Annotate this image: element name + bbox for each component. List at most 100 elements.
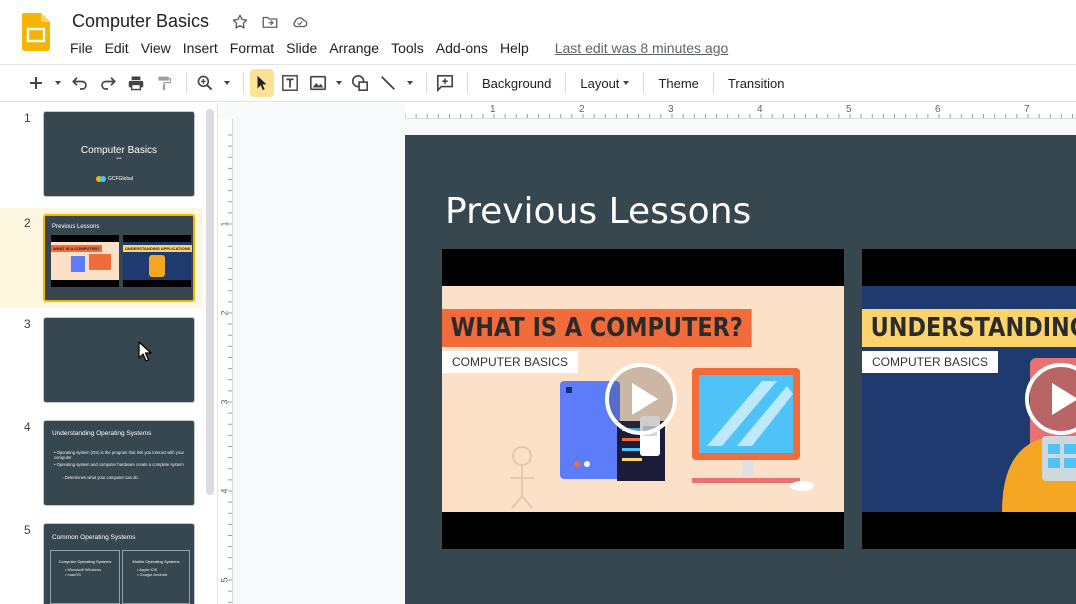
current-slide[interactable]: Previous Lessons WHAT IS A COMPUTER? COM… [405, 135, 1076, 604]
thumb-bullet-text: Determines what your computer can do [64, 475, 138, 480]
new-slide-button[interactable] [24, 69, 48, 97]
ruler-mark: 1 [490, 104, 496, 115]
video-frame: WHAT IS A COMPUTER? COMPUTER BASICS [442, 286, 844, 512]
filmstrip-slide-1[interactable]: 1 Computer Basics ••• GCFGlobal [0, 103, 202, 201]
print-icon[interactable] [124, 69, 148, 97]
filmstrip-slide-5[interactable]: 5 Common Operating Systems Computer Oper… [0, 515, 202, 604]
menu-view[interactable]: View [135, 38, 177, 58]
thumb-video-2-banner: UNDERSTANDING APPLICATIONS [123, 245, 193, 252]
menu-file[interactable]: File [64, 38, 99, 58]
thumb-title: Understanding Operating Systems [52, 430, 152, 437]
document-title[interactable]: Computer Basics [72, 11, 209, 32]
star-icon[interactable] [228, 12, 252, 32]
thumb-bullet-text: Operating system and computer hardware c… [56, 462, 184, 467]
filmstrip-slide-3[interactable]: 3 [0, 309, 202, 407]
thumb-sub-bullet: ◦ Determines what your computer can do [62, 475, 138, 480]
slide-number: 3 [24, 317, 31, 331]
slide-thumbnail[interactable] [43, 317, 195, 403]
thumb-title: Common Operating Systems [52, 534, 136, 541]
undo-icon[interactable] [68, 69, 92, 97]
play-button-icon[interactable] [605, 363, 677, 435]
toolbar-divider [426, 72, 427, 94]
ruler-mark: 3 [668, 104, 674, 115]
menu-edit[interactable]: Edit [99, 38, 135, 58]
thumb-column-header: Computer Operating Systems [58, 559, 112, 564]
slide-thumbnail[interactable]: Common Operating Systems Computer Operat… [43, 523, 195, 604]
menu-add-ons[interactable]: Add-ons [430, 38, 494, 58]
move-to-folder-icon[interactable] [258, 12, 282, 32]
horizontal-ruler[interactable]: 1 2 3 4 5 6 7 [405, 103, 1076, 119]
thumb-bullet: • Operating system (OS) is the program t… [54, 450, 184, 460]
filmstrip-slide-2[interactable]: 2 Previous Lessons WHAT IS A COMPUTER? U… [0, 208, 202, 308]
add-comment-icon[interactable] [433, 69, 457, 97]
cloud-status-icon[interactable] [288, 12, 312, 32]
menu-insert[interactable]: Insert [177, 38, 224, 58]
last-edit-link[interactable]: Last edit was 8 minutes ago [551, 38, 733, 58]
image-dropdown-icon[interactable] [334, 69, 344, 97]
slide-filmstrip: 1 Computer Basics ••• GCFGlobal 2 Previo… [0, 103, 218, 604]
theme-button[interactable]: Theme [650, 69, 706, 97]
ruler-mark: 2 [219, 310, 230, 316]
ruler-mark: 6 [935, 104, 941, 115]
app-header: Computer Basics File Edit View Insert Fo… [0, 0, 1076, 64]
thumb-bullet-text: Operating system (OS) is the program tha… [54, 450, 184, 460]
ruler-mark: 1 [219, 221, 230, 227]
menu-help[interactable]: Help [494, 38, 535, 58]
video-what-is-a-computer[interactable]: WHAT IS A COMPUTER? COMPUTER BASICS [442, 249, 844, 549]
slide-number: 2 [24, 216, 31, 230]
gcf-logo: GCFGlobal [96, 175, 133, 183]
layout-dropdown-icon [623, 81, 630, 85]
ruler-mark: 2 [579, 104, 585, 115]
paint-format-icon[interactable] [152, 69, 176, 97]
shape-icon[interactable] [348, 69, 372, 97]
redo-icon[interactable] [96, 69, 120, 97]
thumb-subtitle: ••• [116, 156, 122, 162]
slides-logo-icon[interactable] [22, 13, 50, 51]
background-button[interactable]: Background [474, 69, 559, 97]
video-understanding-applications[interactable]: UNDERSTANDING A COMPUTER BASICS [862, 249, 1076, 549]
insert-image-icon[interactable] [306, 69, 330, 97]
mouse-cursor-icon [138, 341, 152, 362]
slide-number: 4 [24, 420, 31, 434]
ruler-mark: 7 [1024, 104, 1030, 115]
text-box-icon[interactable] [278, 69, 302, 97]
filmstrip-slide-4[interactable]: 4 Understanding Operating Systems • Oper… [0, 412, 202, 510]
play-button-icon[interactable] [1025, 363, 1076, 435]
zoom-dropdown-icon[interactable] [221, 69, 233, 97]
ruler-mark: 3 [219, 399, 230, 405]
gcf-logo-text: GCFGlobal [108, 176, 134, 182]
menu-tools[interactable]: Tools [385, 38, 430, 58]
menu-slide[interactable]: Slide [280, 38, 323, 58]
line-dropdown-icon[interactable] [404, 69, 416, 97]
line-icon[interactable] [376, 69, 400, 97]
slide-title[interactable]: Previous Lessons [445, 191, 751, 232]
filmstrip-scrollbar[interactable] [206, 109, 214, 495]
thumb-title: Computer Basics [80, 145, 158, 156]
slide-number: 5 [24, 523, 31, 537]
toolbar-divider [643, 72, 645, 94]
select-tool-icon[interactable] [250, 69, 274, 97]
toolbar-divider [565, 72, 567, 94]
video-frame: UNDERSTANDING A COMPUTER BASICS [862, 286, 1076, 512]
toolbar-divider [712, 72, 714, 94]
ruler-mark: 5 [219, 577, 230, 583]
menu-arrange[interactable]: Arrange [323, 38, 385, 58]
thumb-column-1: Computer Operating Systems • Microsoft W… [50, 550, 120, 604]
ruler-mark: 4 [757, 104, 763, 115]
toolbar-divider [243, 72, 244, 94]
slide-number: 1 [24, 111, 31, 125]
ruler-mark: 4 [219, 488, 230, 494]
menu-bar: File Edit View Insert Format Slide Arran… [64, 38, 732, 58]
slide-thumbnail[interactable]: Understanding Operating Systems • Operat… [43, 420, 195, 506]
thumb-column-2: Mobile Operating Systems • Apple iOS • G… [122, 550, 190, 604]
vertical-ruler[interactable]: 1 2 3 4 5 [219, 119, 233, 604]
slide-thumbnail[interactable]: Previous Lessons WHAT IS A COMPUTER? UND… [43, 214, 195, 302]
zoom-icon[interactable] [193, 69, 217, 97]
new-slide-dropdown-icon[interactable] [52, 69, 64, 97]
layout-button[interactable]: Layout [572, 69, 637, 97]
transition-button[interactable]: Transition [720, 69, 793, 97]
slide-thumbnail[interactable]: Computer Basics ••• GCFGlobal [43, 111, 195, 197]
menu-format[interactable]: Format [224, 38, 280, 58]
layout-label: Layout [580, 75, 620, 91]
toolbar: Background Layout Theme Transition [0, 64, 1076, 102]
